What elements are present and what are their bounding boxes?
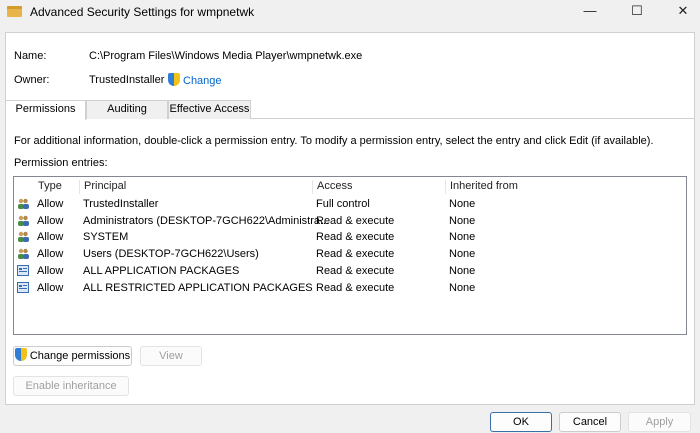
access-cell: Read & execute — [316, 231, 395, 244]
apply-button[interactable]: Apply — [628, 412, 691, 432]
type-cell: Allow — [37, 214, 64, 227]
maximize-button[interactable]: ☐ — [622, 2, 652, 20]
table-row[interactable]: Allow TrustedInstaller Full control None — [14, 196, 686, 213]
change-permissions-label: Change permissions — [29, 350, 131, 362]
column-inherited-from[interactable]: Inherited from — [446, 180, 606, 194]
folder-icon — [7, 6, 22, 17]
table-row[interactable]: Allow Users (DESKTOP-7GCH622\Users) Read… — [14, 246, 686, 263]
view-button[interactable]: View — [140, 346, 202, 366]
name-label: Name: — [14, 50, 47, 62]
access-cell: Full control — [316, 198, 370, 210]
owner-value: TrustedInstaller — [89, 74, 165, 86]
inherited-cell: None — [449, 231, 476, 244]
tab-permissions[interactable]: Permissions — [5, 100, 86, 120]
table-row[interactable]: Allow ALL RESTRICTED APPLICATION PACKAGE… — [14, 280, 686, 297]
principal-cell: ALL APPLICATION PACKAGES — [83, 264, 240, 277]
column-access[interactable]: Access — [313, 180, 446, 194]
users-icon — [18, 198, 29, 209]
inherited-cell: None — [449, 214, 476, 227]
window-title: Advanced Security Settings for wmpnetwk — [30, 5, 255, 19]
users-icon — [18, 248, 29, 260]
tab-effective-access[interactable]: Effective Access — [168, 100, 251, 119]
table-row[interactable]: Allow SYSTEM Read & execute None — [14, 229, 686, 246]
change-permissions-button[interactable]: Change permissions — [13, 346, 132, 366]
users-icon — [18, 232, 29, 243]
inherited-cell: None — [449, 248, 476, 261]
table-row[interactable]: Allow Administrators (DESKTOP-7GCH622\Ad… — [14, 213, 686, 230]
type-cell: Allow — [37, 281, 64, 294]
inherited-cell: None — [449, 198, 476, 210]
type-cell: Allow — [37, 198, 64, 210]
owner-label: Owner: — [14, 74, 50, 86]
permission-entries-label: Permission entries: — [14, 157, 108, 169]
permission-entries-list[interactable]: Type Principal Access Inherited from All… — [13, 176, 687, 335]
table-row[interactable]: Allow ALL APPLICATION PACKAGES Read & ex… — [14, 263, 686, 280]
cancel-button[interactable]: Cancel — [559, 412, 621, 432]
column-principal[interactable]: Principal — [80, 180, 313, 194]
inherited-cell: None — [449, 264, 476, 277]
app-package-icon — [17, 264, 29, 276]
change-owner-link[interactable]: Change — [168, 73, 222, 87]
info-text: For additional information, double-click… — [14, 135, 654, 147]
column-type[interactable]: Type — [34, 180, 80, 194]
app-package-icon — [17, 281, 29, 293]
access-cell: Read & execute — [316, 248, 395, 261]
access-cell: Read & execute — [316, 264, 395, 277]
type-cell: Allow — [37, 264, 64, 277]
tab-auditing[interactable]: Auditing — [86, 100, 168, 119]
principal-cell: Users (DESKTOP-7GCH622\Users) — [83, 248, 259, 261]
minimize-button[interactable]: — — [575, 2, 605, 20]
users-icon — [18, 215, 29, 226]
name-value: C:\Program Files\Windows Media Player\wm… — [89, 50, 363, 62]
type-cell: Allow — [37, 248, 64, 261]
access-cell: Read & execute — [316, 214, 395, 227]
close-button[interactable]: ✕ — [668, 2, 698, 20]
access-cell: Read & execute — [316, 281, 395, 294]
principal-cell: TrustedInstaller — [83, 198, 159, 210]
principal-cell: Administrators (DESKTOP-7GCH622\Administ… — [83, 214, 330, 227]
inherited-cell: None — [449, 281, 476, 294]
type-cell: Allow — [37, 231, 64, 244]
change-link-label: Change — [183, 75, 222, 87]
principal-cell: SYSTEM — [83, 231, 129, 244]
ok-button[interactable]: OK — [490, 412, 552, 432]
uac-shield-icon — [168, 73, 180, 86]
enable-inheritance-button[interactable]: Enable inheritance — [13, 376, 129, 396]
principal-cell: ALL RESTRICTED APPLICATION PACKAGES — [83, 281, 313, 294]
uac-shield-icon — [14, 348, 27, 361]
